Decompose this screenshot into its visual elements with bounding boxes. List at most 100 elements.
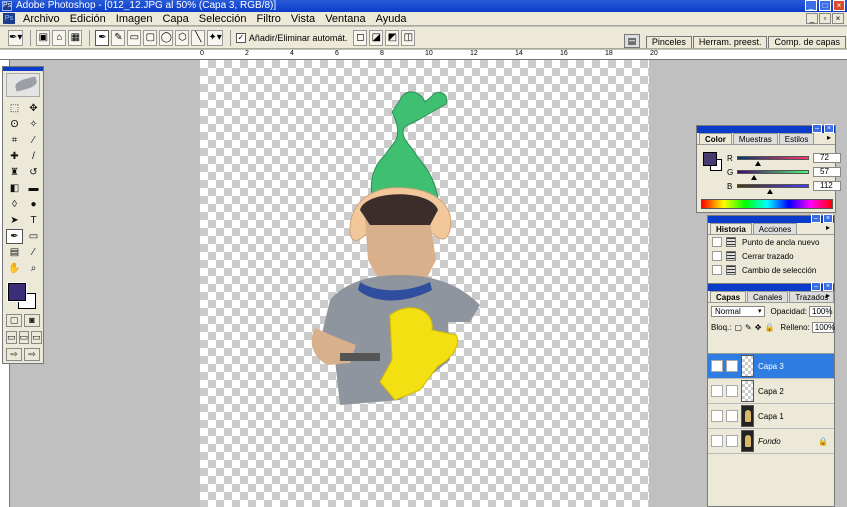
path-selection-tool-icon[interactable]: ➤ xyxy=(6,213,23,228)
channel-slider[interactable] xyxy=(737,170,809,180)
menu-filtro[interactable]: Filtro xyxy=(251,12,285,26)
history-item[interactable]: Cerrar trazado xyxy=(708,249,834,263)
tab-color[interactable]: Color xyxy=(699,133,732,144)
blend-mode-select[interactable]: Normal xyxy=(711,305,765,317)
color-spectrum-bar[interactable] xyxy=(701,199,833,209)
freeform-pen-icon[interactable]: ✎ xyxy=(111,29,126,46)
minimize-icon[interactable]: _ xyxy=(805,0,817,11)
lock-all-icon[interactable]: 🔒 xyxy=(764,323,774,332)
menu-vista[interactable]: Vista xyxy=(286,12,320,26)
history-brush-source-icon[interactable] xyxy=(712,251,722,261)
screen-mode-menu-icon[interactable]: ▭ xyxy=(18,331,30,344)
layer-visibility-eye-icon[interactable] xyxy=(711,435,723,447)
menu-capa[interactable]: Capa xyxy=(157,12,193,26)
slider-thumb[interactable] xyxy=(766,189,773,194)
menu-archivo[interactable]: Archivo xyxy=(18,12,65,26)
move-tool-icon[interactable]: ✥ xyxy=(25,101,42,116)
jump-icon[interactable]: ⇨ xyxy=(24,348,40,361)
panel-minimize-icon[interactable]: – xyxy=(811,282,821,291)
tab-muestras[interactable]: Muestras xyxy=(732,133,778,144)
lock-image-icon[interactable]: ✎ xyxy=(745,323,752,332)
layer-row[interactable]: Capa 1 xyxy=(708,404,834,429)
path-subtract-icon[interactable]: ◪ xyxy=(369,29,384,46)
lasso-tool-icon[interactable]: ʘ xyxy=(6,117,23,132)
file-browser-icon[interactable]: ▤ xyxy=(623,34,640,48)
tab-capas[interactable]: Capas xyxy=(710,291,747,302)
close-icon[interactable]: × xyxy=(833,0,845,11)
tab-estilos[interactable]: Estilos xyxy=(778,133,815,144)
standard-mode-icon[interactable]: ▢ xyxy=(6,314,22,327)
color-panel-title-bar[interactable]: – × xyxy=(697,124,835,133)
layer-row[interactable]: Capa 2 xyxy=(708,379,834,404)
history-panel-title-bar[interactable]: – × xyxy=(708,214,834,223)
quick-mask-icon[interactable]: ◙ xyxy=(24,314,40,327)
feather-logo-icon[interactable] xyxy=(6,73,40,97)
hand-tool-icon[interactable]: ✋ xyxy=(6,261,23,276)
layers-panel-title-bar[interactable]: – × xyxy=(708,282,834,291)
doc-minimize-icon[interactable]: _ xyxy=(806,13,818,24)
gradient-tool-icon[interactable]: ▬ xyxy=(25,181,42,196)
blur-tool-icon[interactable]: ◊ xyxy=(6,197,23,212)
toolbox-title-bar[interactable] xyxy=(3,67,43,71)
magic-wand-tool-icon[interactable]: ✧ xyxy=(25,117,42,132)
palette-tab-pinceles[interactable]: Pinceles xyxy=(645,36,692,48)
panel-minimize-icon[interactable]: – xyxy=(811,214,821,223)
dodge-tool-icon[interactable]: ● xyxy=(25,197,42,212)
opacity-field[interactable]: 100% xyxy=(809,305,832,317)
channel-value-field[interactable]: 112 xyxy=(813,181,841,191)
layer-link-icon[interactable] xyxy=(726,385,738,397)
ellipse-icon[interactable]: ◯ xyxy=(159,29,174,46)
pen-tool-preset-icon[interactable]: ✒▾ xyxy=(8,29,24,46)
tab-acciones[interactable]: Acciones xyxy=(752,223,798,234)
menu-imagen[interactable]: Imagen xyxy=(111,12,158,26)
tab-historia[interactable]: Historia xyxy=(710,223,752,234)
panel-menu-icon[interactable]: ▸ xyxy=(827,133,831,142)
zoom-tool-icon[interactable]: ⌕ xyxy=(25,261,42,276)
healing-brush-tool-icon[interactable]: ✚ xyxy=(6,149,23,164)
layer-link-icon[interactable] xyxy=(726,435,738,447)
layer-visibility-eye-icon[interactable] xyxy=(711,385,723,397)
path-exclude-icon[interactable]: ◫ xyxy=(401,29,416,46)
lock-position-icon[interactable]: ✥ xyxy=(755,323,762,332)
document-canvas[interactable] xyxy=(200,60,649,507)
layer-visibility-eye-icon[interactable] xyxy=(711,410,723,422)
line-icon[interactable]: ╲ xyxy=(191,29,206,46)
panel-close-icon[interactable]: × xyxy=(823,282,833,291)
slice-tool-icon[interactable]: ⁄ xyxy=(25,133,42,148)
menu-ayuda[interactable]: Ayuda xyxy=(371,12,412,26)
menu-seleccion[interactable]: Selección xyxy=(194,12,252,26)
shape-layers-icon[interactable]: ▣ xyxy=(36,29,51,46)
menu-edicion[interactable]: Edición xyxy=(65,12,111,26)
polygon-icon[interactable]: ⬡ xyxy=(175,29,190,46)
layer-visibility-eye-icon[interactable]: 👁 xyxy=(711,360,723,372)
rounded-rectangle-icon[interactable]: ▢ xyxy=(143,29,158,46)
history-item[interactable]: Punto de ancla nuevo xyxy=(708,235,834,249)
paths-icon[interactable]: ⌂ xyxy=(52,29,67,46)
document-menu-icon[interactable]: Ps xyxy=(3,13,15,24)
channel-slider[interactable] xyxy=(737,184,809,194)
layer-link-icon[interactable]: ✎ xyxy=(726,360,738,372)
maximize-icon[interactable]: □ xyxy=(819,0,831,11)
clone-stamp-tool-icon[interactable]: ♜ xyxy=(6,165,23,180)
lock-transparent-icon[interactable]: ▢ xyxy=(734,323,742,332)
panel-close-icon[interactable]: × xyxy=(823,214,833,223)
rectangle-icon[interactable]: ▭ xyxy=(127,29,142,46)
jump-to-imageready-icon[interactable]: ⇨ xyxy=(6,348,22,361)
eyedropper-tool-icon[interactable]: ⁄ xyxy=(25,245,42,260)
auto-add-delete-checkbox[interactable]: ✓ xyxy=(235,32,246,43)
type-tool-icon[interactable]: T xyxy=(25,213,42,228)
history-item[interactable]: Cambio de selección xyxy=(708,263,834,277)
fill-pixels-icon[interactable]: ▦ xyxy=(68,29,83,46)
layer-link-icon[interactable] xyxy=(726,410,738,422)
channel-value-field[interactable]: 57 xyxy=(813,167,841,177)
layer-row[interactable]: 👁 ✎ Capa 3 xyxy=(708,354,834,379)
pen-icon[interactable]: ✒ xyxy=(95,29,110,46)
menu-ventana[interactable]: Ventana xyxy=(320,12,370,26)
path-intersect-icon[interactable]: ◩ xyxy=(385,29,400,46)
history-brush-source-icon[interactable] xyxy=(712,265,722,275)
panel-minimize-icon[interactable]: – xyxy=(812,124,822,133)
panel-menu-icon[interactable]: ▸ xyxy=(826,291,830,300)
history-brush-source-icon[interactable] xyxy=(712,237,722,247)
foreground-color-swatch[interactable] xyxy=(7,282,27,302)
shape-tool-icon[interactable]: ▭ xyxy=(25,229,42,244)
